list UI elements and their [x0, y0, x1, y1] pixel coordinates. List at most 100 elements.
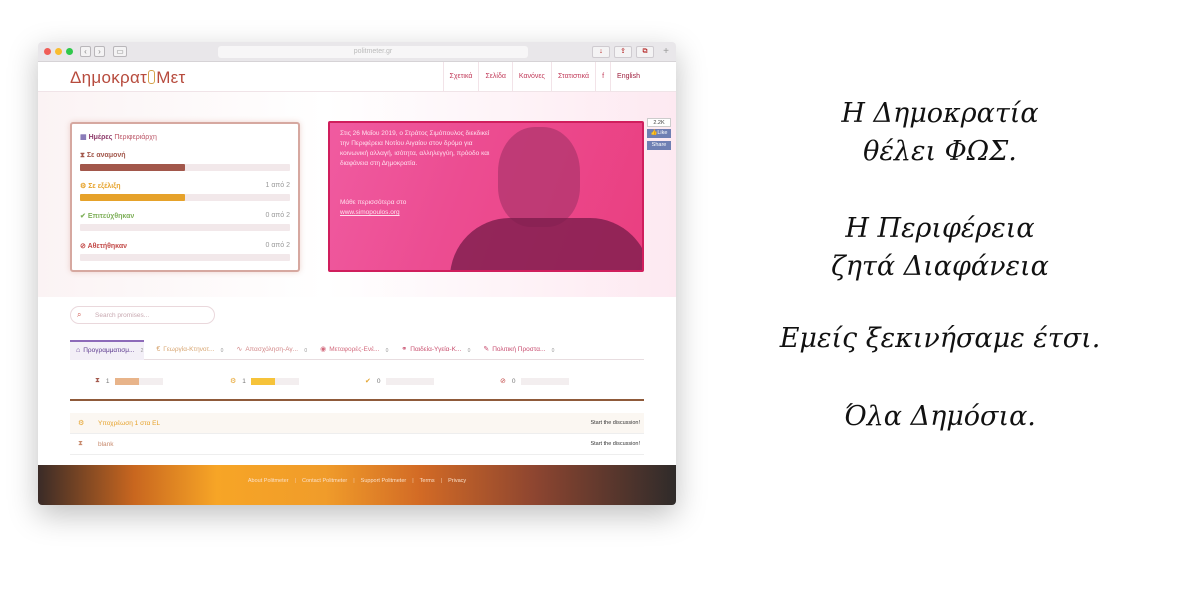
slogan-line: ζητά Διαφάνεια: [831, 251, 1049, 282]
tab-badge: 0: [385, 348, 389, 354]
stat-fill: [114, 377, 139, 385]
footer-separator: |: [294, 478, 296, 484]
stat-item: ⊘ 0: [500, 376, 569, 386]
menu-item-about[interactable]: Σχετικά: [442, 62, 479, 92]
sidebar-icon[interactable]: ▭: [113, 46, 127, 57]
menu-item-page[interactable]: Σελίδα: [478, 62, 511, 92]
hero-more: Μάθε περισσότερα στο www.simopoulos.org: [340, 198, 406, 218]
footer-separator: |: [412, 478, 414, 484]
status-row: ✔ Επιτεύχθηκαν 0 από 2: [72, 212, 298, 231]
cogs-icon: ⚙: [230, 378, 237, 385]
stat-track: [385, 377, 434, 385]
footer-link[interactable]: Privacy: [448, 478, 466, 484]
menu-item-rules[interactable]: Κανόνες: [511, 62, 551, 92]
hero-banner[interactable]: Στις 26 Μαΐου 2019, ο Στράτος Σιμόπουλος…: [328, 121, 644, 272]
tabs-icon[interactable]: ⧉: [636, 46, 654, 58]
tab-label: Προγραμματισμ...: [83, 347, 135, 354]
stat-item: ✔ 0: [365, 376, 434, 386]
hero-text: Στις 26 Μαΐου 2019, ο Στράτος Σιμόπουλος…: [340, 130, 490, 168]
slogan-line: Εμείς ξεκινήσαμε έτσι.: [779, 323, 1101, 354]
menu-item-statistics[interactable]: Στατιστικά: [550, 62, 595, 92]
magic-icon: ✎: [483, 346, 490, 353]
status-label: ✔ Επιτεύχθηκαν: [80, 212, 290, 220]
promise-title[interactable]: blank: [98, 441, 114, 448]
tab-badge: 0: [220, 348, 224, 354]
maximize-window-icon[interactable]: [66, 48, 73, 55]
menu-item-english[interactable]: English: [610, 62, 646, 92]
stat-track: [250, 377, 299, 385]
status-fill: [80, 164, 185, 171]
footer-links: About Politmeter | Contact Politmeter | Supp…: [38, 478, 676, 484]
status-label-text: Σε αναμονή: [86, 152, 126, 159]
discussion-link[interactable]: Start the discussion!: [590, 441, 640, 447]
discussion-link[interactable]: Start the discussion!: [590, 420, 640, 426]
footer-link[interactable]: Terms: [420, 478, 435, 484]
search-box[interactable]: ⌕ Search promises...: [70, 306, 215, 324]
tab-label: Απασχόληση-Αγ...: [245, 346, 299, 353]
status-fill: [80, 194, 185, 201]
category-tab[interactable]: ⌂ Προγραμματισμ... 2: [70, 340, 145, 360]
slogan-line: Η Περιφέρεια: [845, 213, 1035, 244]
hero-more-label: Μάθε περισσότερα στο: [340, 199, 407, 206]
logo-text-right: Μετ: [156, 68, 186, 87]
bicycle-icon: ⚭: [401, 346, 408, 353]
like-label: Like: [657, 130, 668, 136]
status-label-text: Επιτεύχθηκαν: [87, 213, 135, 220]
close-window-icon[interactable]: [44, 48, 51, 55]
institution-icon: ⌂: [76, 347, 81, 354]
status-label-text: Αθετήθηκαν: [87, 243, 128, 250]
promise-row[interactable]: ⚙ Υποχρέωση 1 στα EL Start the discussion!: [70, 413, 644, 434]
browser-window: ‹ › ▭ politmeter.gr ↓ ⇪ ⧉ + Δημοκρατ Μετ …: [38, 42, 676, 505]
slogan-block: Η Περιφέρεια ζητά Διαφάνεια: [760, 210, 1120, 286]
chart-line-icon: ∿: [236, 346, 243, 353]
category-tab[interactable]: ⚭ Παιδεία-Υγεία-Κ... 0: [395, 340, 471, 360]
ban-icon: ⊘: [500, 378, 506, 385]
facebook-icon[interactable]: f: [595, 62, 610, 92]
stat-track: [114, 377, 163, 385]
slogan-block: Όλα Δημόσια.: [760, 398, 1120, 436]
like-button[interactable]: 👍Like: [647, 129, 671, 138]
tab-label: Παιδεία-Υγεία-Κ...: [410, 346, 462, 353]
category-tab[interactable]: ✎ Πολιτική Προστα... 0: [477, 340, 555, 360]
new-tab-icon[interactable]: +: [660, 46, 672, 58]
logo-text-left: Δημοκρατ: [70, 68, 148, 87]
tab-badge: 0: [304, 348, 308, 354]
promise-row[interactable]: ⧗ blank Start the discussion!: [70, 434, 644, 455]
tab-badge: 0: [467, 348, 471, 354]
category-tab[interactable]: ∿ Απασχόληση-Αγ... 0: [230, 340, 308, 360]
status-label: ⚙ Σε εξέλιξη: [80, 182, 290, 190]
status-card-title-text: Ημέρες: [88, 134, 113, 141]
status-count: 0 από 2: [265, 212, 290, 219]
stat-item: ⧗ 1: [95, 376, 163, 386]
social-box: 2.2K 👍Like Share: [647, 118, 671, 150]
check-icon: ✔: [365, 378, 371, 385]
site-logo[interactable]: Δημοκρατ Μετ: [70, 68, 186, 88]
search-input[interactable]: Search promises...: [95, 312, 149, 319]
hero-more-link[interactable]: www.simopoulos.org: [340, 208, 406, 218]
tab-badge: 2: [140, 348, 144, 354]
download-icon[interactable]: ↓: [592, 46, 610, 58]
address-bar[interactable]: politmeter.gr: [218, 46, 528, 58]
share-button[interactable]: Share: [647, 141, 671, 150]
stat-item: ⚙ 1: [230, 376, 299, 386]
share-icon[interactable]: ⇪: [614, 46, 632, 58]
category-tab[interactable]: ◉ Μεταφορές-Ενέ... 0: [314, 340, 389, 360]
stat-count: 1: [105, 377, 110, 385]
slogan-line: Η Δημοκρατία: [841, 98, 1039, 129]
tab-label: Μεταφορές-Ενέ...: [329, 346, 380, 353]
minimize-window-icon[interactable]: [55, 48, 62, 55]
hourglass-icon: ⧗: [95, 377, 100, 384]
footer-link[interactable]: About Politmeter: [248, 478, 289, 484]
footer-link[interactable]: Contact Politmeter: [302, 478, 347, 484]
hourglass-icon: ⧗: [78, 440, 83, 447]
back-icon[interactable]: ‹: [80, 46, 91, 57]
ban-icon: ⊘: [80, 243, 88, 250]
cogs-icon: ⚙: [78, 420, 85, 427]
status-card-subtitle: Περιφεριάρχη: [114, 134, 157, 141]
promise-title[interactable]: Υποχρέωση 1 στα EL: [98, 420, 160, 427]
footer-link[interactable]: Support Politmeter: [361, 478, 407, 484]
category-tab[interactable]: € Γεωργία-Κτηνοτ... 0: [150, 340, 224, 360]
forward-icon[interactable]: ›: [94, 46, 105, 57]
category-tabs: ⌂ Προγραμματισμ... 2 € Γεωργία-Κτηνοτ... 0 ∿ Απ…: [70, 340, 644, 360]
stat-count: 0: [511, 377, 516, 385]
